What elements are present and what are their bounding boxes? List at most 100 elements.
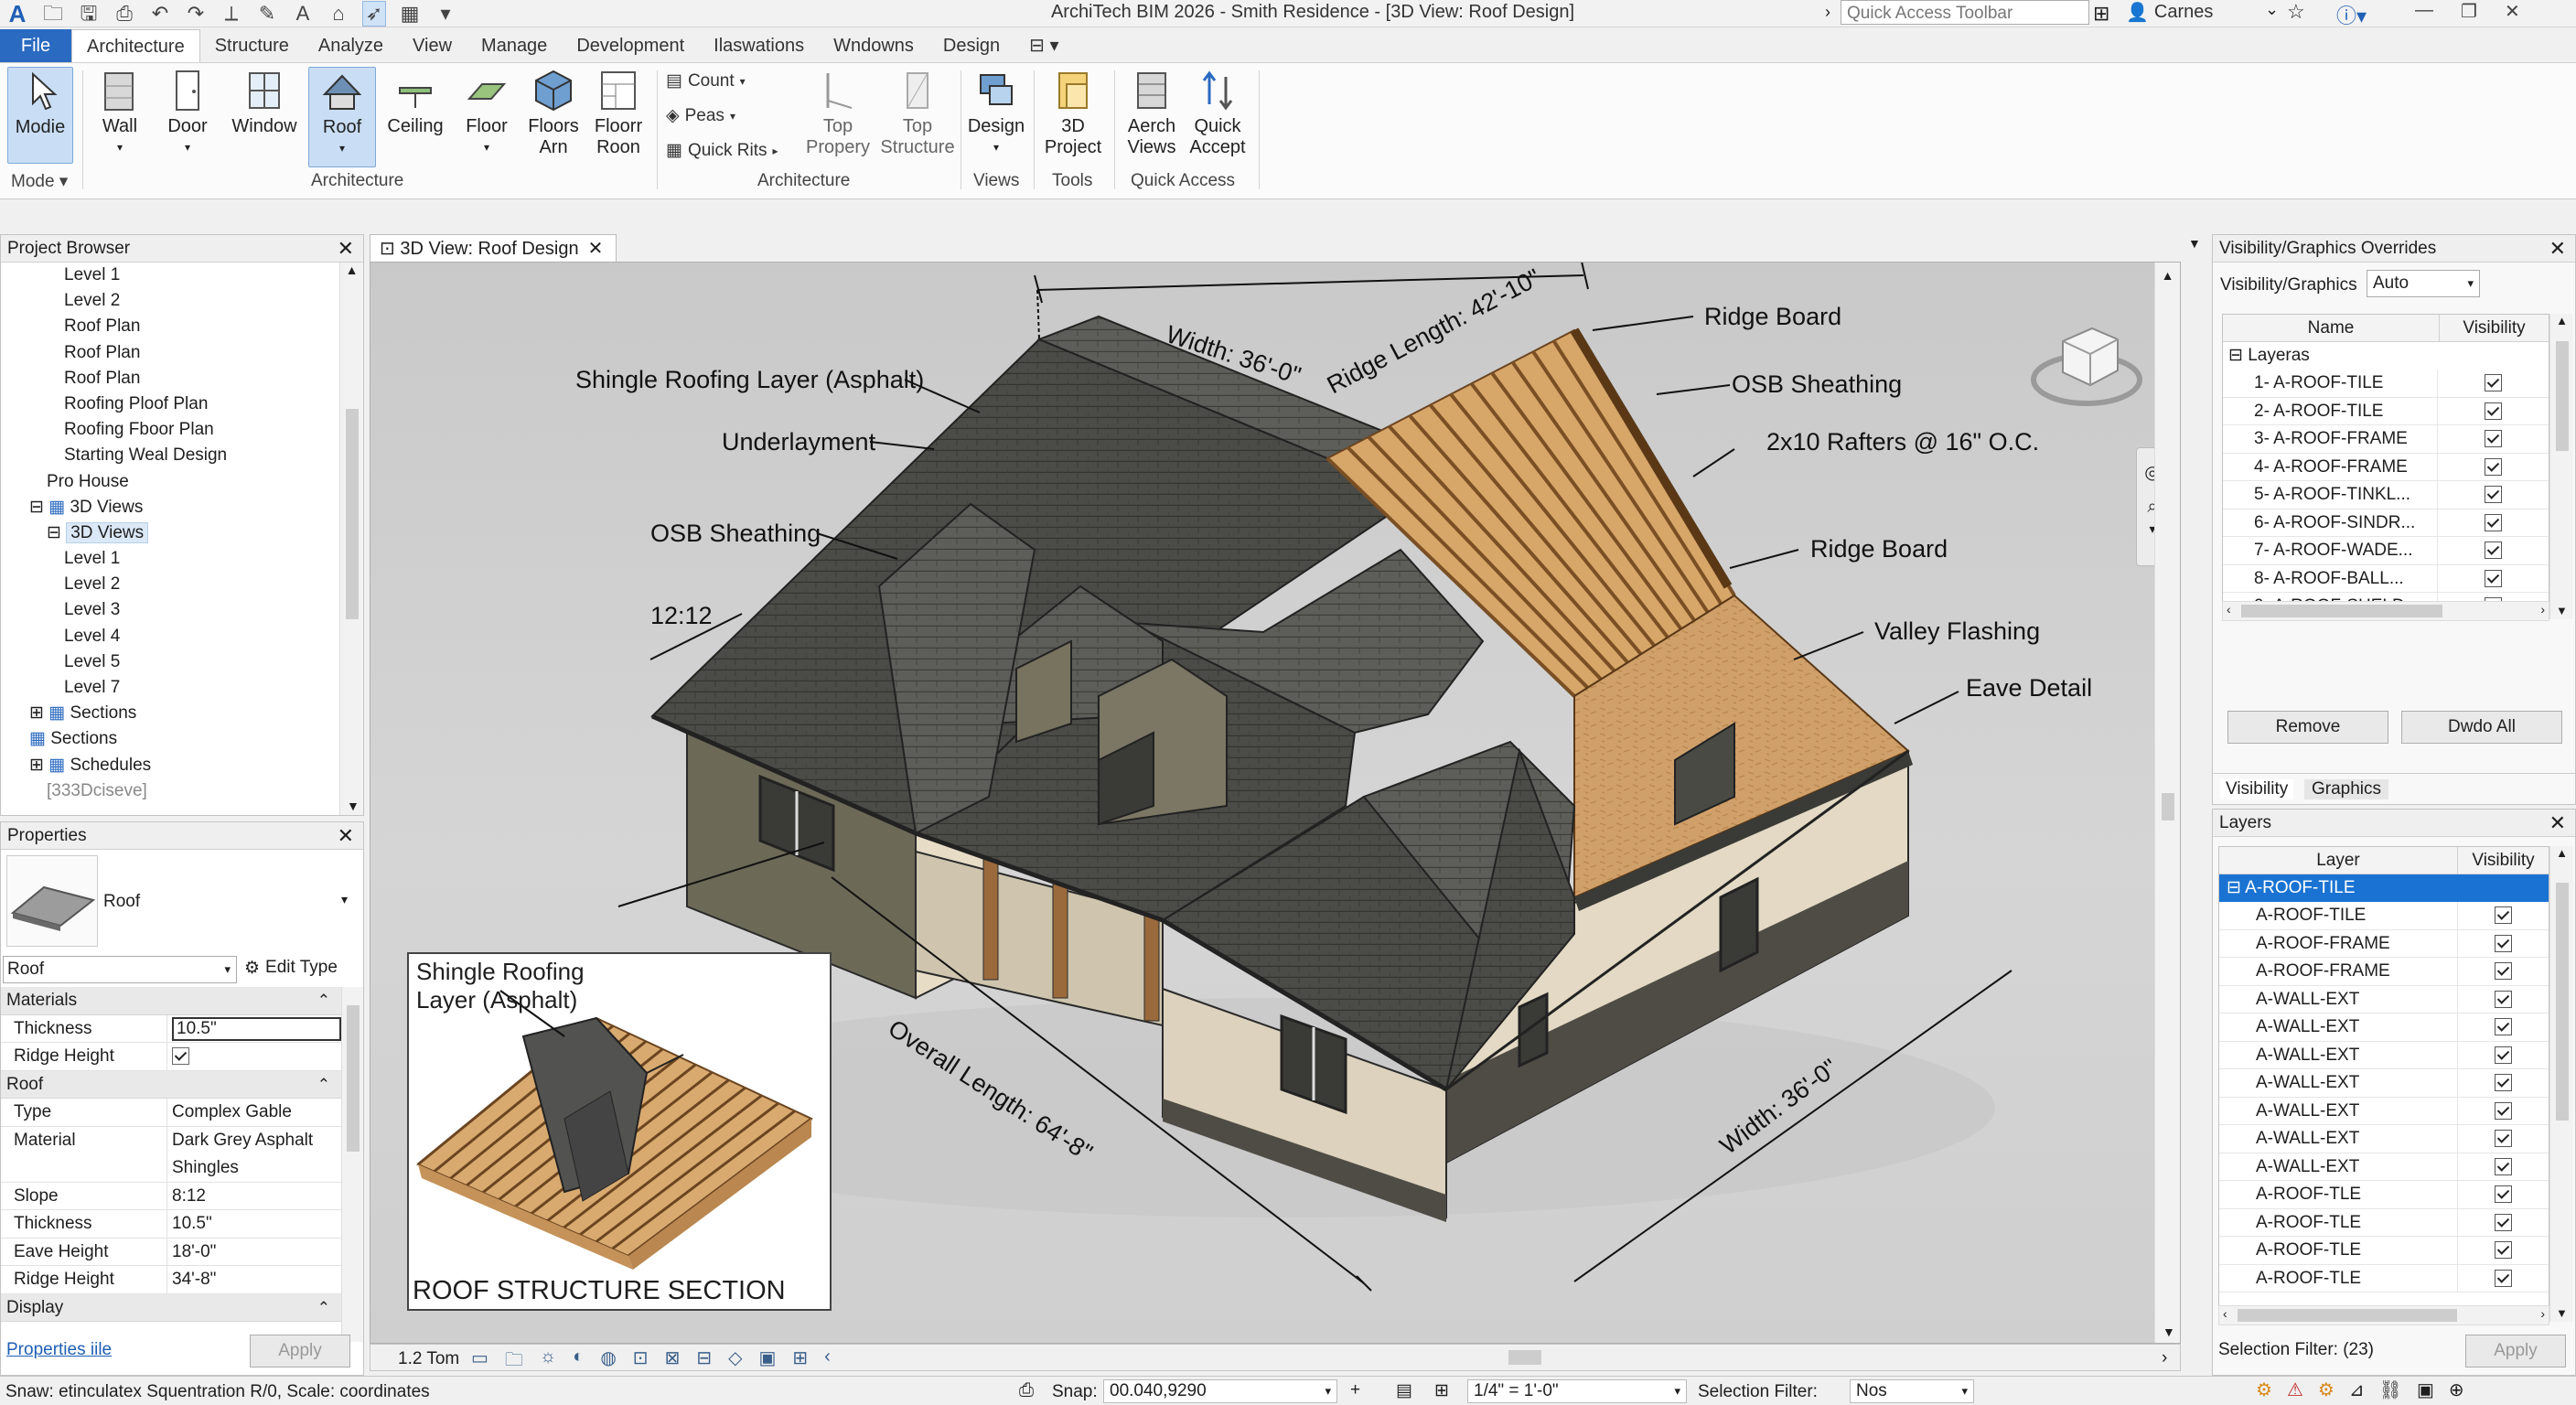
redo-icon[interactable]: ↷	[184, 2, 208, 26]
count-button[interactable]: ▤ Count ▾	[666, 70, 746, 91]
vg-col-visibility[interactable]: Visibility	[2439, 315, 2549, 341]
3d-view-icon[interactable]: ⌂	[327, 2, 350, 26]
tree-item[interactable]: Level 2	[1, 572, 339, 597]
table-icon[interactable]: ▤	[1396, 1380, 1412, 1401]
edit-type-button[interactable]: ⚙ Edit Type	[244, 958, 338, 979]
annotate-icon[interactable]: ✎	[255, 2, 279, 26]
wall-button[interactable]: Wall ▾	[90, 67, 150, 158]
quick-rits-button[interactable]: ▦ Quick Rits ▸	[666, 140, 778, 161]
layer-visibility-checkbox[interactable]	[2495, 1018, 2512, 1036]
category-roof[interactable]: Roof ⌃	[1, 1070, 341, 1099]
design-button[interactable]: Design ▾	[966, 67, 1026, 158]
select-links-icon[interactable]: ⛓	[2379, 1378, 2402, 1401]
user-menu[interactable]: 👤 Carnes	[2126, 1, 2213, 24]
window-button[interactable]: Window	[229, 67, 300, 137]
view-scale[interactable]: 1.2 Tom	[398, 1349, 459, 1369]
tree-item[interactable]: Roof Plan	[1, 366, 339, 391]
roof-button[interactable]: Roof ▾	[308, 67, 376, 167]
type-dropdown-icon[interactable]: ▾	[341, 892, 348, 907]
star-icon[interactable]: ☆	[2287, 0, 2305, 24]
warning-icon[interactable]: ⚠	[2287, 1378, 2303, 1401]
layer-row[interactable]: A-ROOF-TLE	[2219, 1181, 2549, 1209]
layer-visibility-checkbox[interactable]	[2495, 1101, 2512, 1120]
chevron-icon[interactable]: ⌄	[2265, 0, 2279, 19]
design-options-icon[interactable]: ⚙	[2318, 1378, 2334, 1401]
prop-value[interactable]: 34'-8"	[167, 1266, 341, 1293]
visibility-checkbox[interactable]	[2485, 569, 2502, 587]
tree-toggle-icon[interactable]: ⊟	[29, 498, 48, 517]
detail-level-icon[interactable]: ▭	[471, 1346, 488, 1378]
prop-value[interactable]: Dark Grey Asphalt Shingles	[167, 1127, 341, 1182]
viewcube[interactable]	[2026, 314, 2145, 414]
vg-row[interactable]: 7- A-ROOF-WADE...	[2223, 537, 2549, 565]
shadows-icon[interactable]: ◐	[573, 1346, 584, 1378]
vg-row[interactable]: 2- A-ROOF-TILE	[2223, 397, 2549, 425]
plus-icon[interactable]: +	[1350, 1380, 1360, 1400]
undo-icon[interactable]: ↶	[148, 2, 172, 26]
tab-options-icon[interactable]: ⊟ ▾	[1014, 29, 1073, 62]
scroll-up-icon[interactable]: ▲	[340, 263, 363, 277]
tree-item[interactable]: ⊞ ▦ Sections	[1, 701, 339, 726]
ceiling-button[interactable]: Ceiling	[382, 67, 448, 137]
layer-row[interactable]: A-WALL-EXT	[2219, 1041, 2549, 1069]
thickness-input[interactable]: 10.5"	[167, 1015, 341, 1043]
layer-visibility-checkbox[interactable]	[2495, 962, 2512, 981]
tab-view[interactable]: View	[398, 29, 467, 62]
save-icon[interactable]: 🖫	[77, 2, 101, 26]
layers-col-layer[interactable]: Layer	[2219, 847, 2457, 874]
visibility-checkbox[interactable]	[2485, 486, 2502, 504]
viewport-scrollbar[interactable]: ▲ ▼	[2154, 263, 2180, 1343]
layer-row[interactable]: A-ROOF-TILE	[2219, 902, 2549, 930]
door-button[interactable]: Door ▾	[159, 67, 216, 158]
reveal-icon[interactable]: ⊞	[792, 1346, 808, 1378]
view-tab[interactable]: ⊡ 3D View: Roof Design ✕	[370, 234, 617, 262]
print-icon[interactable]: ⎙	[113, 2, 136, 26]
properties-scrollbar[interactable]	[341, 987, 363, 1342]
visual-style-icon[interactable]: 🗀	[505, 1346, 523, 1378]
collapse-icon[interactable]: ‹	[824, 1346, 831, 1378]
category-materials[interactable]: Materials ⌃	[1, 987, 341, 1015]
properties-apply-button[interactable]: Apply	[250, 1335, 350, 1367]
modify-button[interactable]: Modie	[7, 67, 73, 164]
snap-input[interactable]: 00.040,9290 ▾	[1103, 1379, 1337, 1403]
minimize-icon[interactable]: —	[2415, 0, 2433, 23]
vg-hscroll[interactable]: ‹ ›	[2222, 601, 2549, 621]
layer-row[interactable]: A-WALL-EXT	[2219, 1014, 2549, 1042]
layers-hscroll[interactable]: ‹ ›	[2218, 1305, 2549, 1325]
apps-grid-icon[interactable]: ⊞	[2093, 2, 2109, 26]
layer-row[interactable]: A-WALL-EXT	[2219, 1097, 2549, 1125]
tree-toggle-icon[interactable]: ⊞	[29, 756, 48, 775]
dwdo-all-button[interactable]: Dwdo All	[2401, 711, 2562, 744]
properties-help-link[interactable]: Properties iile	[6, 1340, 112, 1360]
select-underlay-icon[interactable]: ▣	[2417, 1378, 2434, 1401]
unlock-icon[interactable]: ⊟	[696, 1346, 712, 1378]
measure-icon[interactable]: ⟂	[220, 2, 243, 26]
view-tabs-dropdown-icon[interactable]: ▼	[2188, 236, 2201, 251]
render-icon[interactable]: ◍	[600, 1346, 616, 1378]
layer-row[interactable]: A-ROOF-TLE	[2219, 1264, 2549, 1292]
tree-item[interactable]: Level 1	[1, 263, 339, 288]
crop-icon[interactable]: ⊡	[633, 1346, 649, 1378]
prop-value[interactable]: Complex Gable	[167, 1099, 341, 1126]
layer-row[interactable]: A-ROOF-FRAME	[2219, 929, 2549, 958]
vg-row[interactable]: 5- A-ROOF-TINKL...	[2223, 481, 2549, 509]
mode-label[interactable]: Mode ▾	[11, 171, 68, 192]
vg-row[interactable]: 1- A-ROOF-TILE	[2223, 370, 2549, 398]
vg-row[interactable]: 4- A-ROOF-FRAME	[2223, 453, 2549, 481]
floor-button[interactable]: Floor ▾	[457, 67, 516, 158]
visibility-checkbox[interactable]	[2485, 402, 2502, 420]
tab-manage[interactable]: Manage	[467, 29, 562, 62]
tree-toggle-icon[interactable]: ⊟	[47, 523, 66, 542]
tree-item[interactable]: Roof Plan	[1, 314, 339, 339]
layers-scrollbar[interactable]: ▲ ▼	[2549, 846, 2573, 1322]
layer-row[interactable]: A-ROOF-FRAME	[2219, 958, 2549, 986]
close-icon[interactable]: ✕	[2549, 235, 2566, 263]
type-selector[interactable]: Roof ▾	[3, 956, 237, 983]
close-icon[interactable]: ✕	[338, 235, 354, 263]
vg-row[interactable]: 3- A-ROOF-FRAME	[2223, 425, 2549, 454]
layer-row[interactable]: A-WALL-EXT	[2219, 1125, 2549, 1153]
ruler-icon[interactable]: ⊞	[1434, 1380, 1449, 1401]
text-icon[interactable]: A	[291, 2, 315, 26]
layers-apply-button[interactable]: Apply	[2465, 1335, 2566, 1367]
tab-analyze[interactable]: Analyze	[304, 29, 398, 62]
